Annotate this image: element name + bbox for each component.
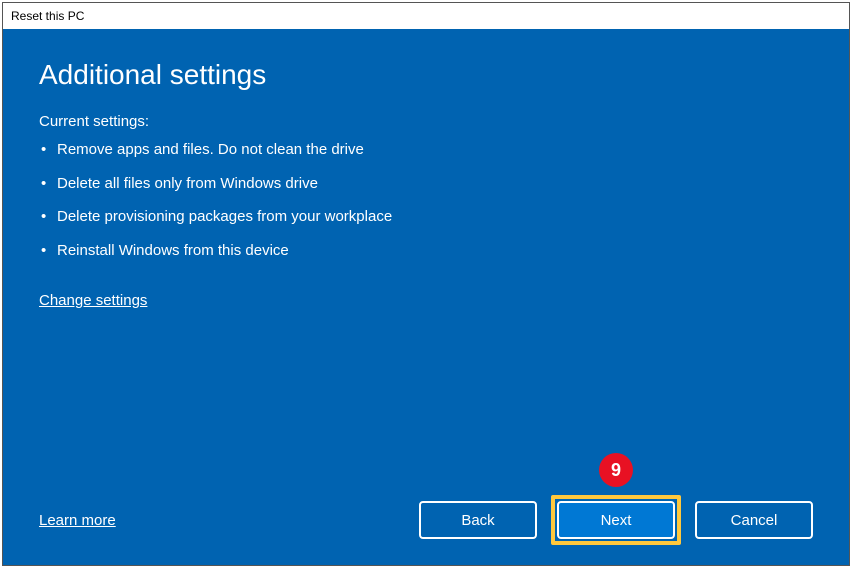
setting-item: Delete provisioning packages from your w… — [57, 207, 813, 227]
cancel-button[interactable]: Cancel — [695, 501, 813, 539]
setting-item: Reinstall Windows from this device — [57, 241, 813, 261]
window-titlebar: Reset this PC — [3, 3, 849, 29]
cancel-button-wrap: Cancel — [695, 501, 813, 539]
current-settings-label: Current settings: — [39, 113, 813, 130]
next-button[interactable]: Next — [557, 501, 675, 539]
back-button[interactable]: Back — [419, 501, 537, 539]
footer: Learn more Back 9 Next Cancel — [39, 501, 813, 539]
page-heading: Additional settings — [39, 59, 813, 91]
setting-item: Remove apps and files. Do not clean the … — [57, 140, 813, 160]
window-title: Reset this PC — [11, 9, 84, 23]
next-button-highlight: 9 Next — [551, 495, 681, 545]
step-badge: 9 — [599, 453, 633, 487]
learn-more-link[interactable]: Learn more — [39, 512, 116, 529]
reset-pc-window: Reset this PC Additional settings Curren… — [2, 2, 850, 566]
settings-list: Remove apps and files. Do not clean the … — [39, 140, 813, 274]
change-settings-link[interactable]: Change settings — [39, 292, 813, 309]
button-group: Back 9 Next Cancel — [419, 501, 813, 539]
content-area: Additional settings Current settings: Re… — [3, 29, 849, 565]
back-button-wrap: Back — [419, 501, 537, 539]
setting-item: Delete all files only from Windows drive — [57, 174, 813, 194]
